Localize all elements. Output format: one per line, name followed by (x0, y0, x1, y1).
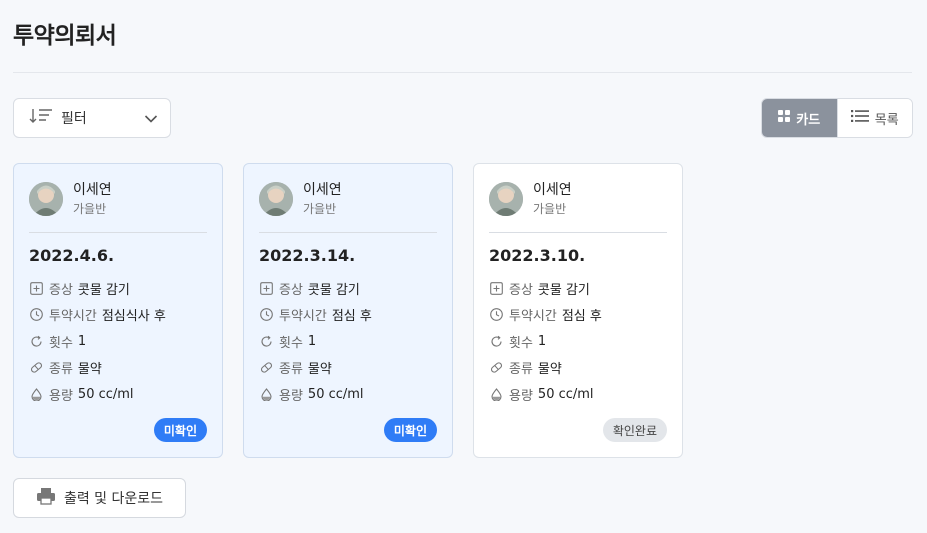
page-title: 투약의뢰서 (13, 23, 117, 49)
time-key: 투약시간 (49, 309, 97, 325)
time-value: 점심식사 후 (101, 309, 166, 325)
avatar (489, 182, 523, 216)
list-view-button[interactable]: 목록 (836, 99, 912, 137)
count-key: 횟수 (49, 335, 73, 351)
dose-key: 용량 (509, 388, 533, 404)
time-row: 투약시간 점심식사 후 (29, 302, 207, 329)
time-key: 투약시간 (279, 309, 327, 325)
clock-icon (29, 308, 43, 322)
droplet-icon (489, 387, 503, 401)
type-row: 종류 물약 (29, 355, 207, 382)
type-key: 종류 (279, 362, 303, 378)
medication-card[interactable]: 이세연 가을반 2022.3.10. 증상 콧물 감기 투약시간 점심 후 횟수… (473, 163, 683, 458)
dose-value: 50 cc/ml (77, 386, 134, 402)
repeat-icon (489, 334, 503, 348)
type-value: 물약 (537, 362, 562, 378)
pill-icon (29, 361, 43, 375)
repeat-icon (29, 334, 43, 348)
grid-icon (778, 110, 791, 126)
symptom-row: 증상 콧물 감기 (489, 275, 667, 302)
child-name: 이세연 (533, 182, 572, 198)
print-download-button[interactable]: 출력 및 다운로드 (13, 478, 186, 518)
request-date: 2022.4.6. (29, 246, 115, 265)
list-view-label: 목록 (874, 112, 899, 128)
class-name: 가을반 (303, 202, 337, 216)
droplet-icon (29, 387, 43, 401)
dose-row: 용량 50 cc/ml (259, 381, 437, 408)
status-badge: 미확인 (153, 418, 207, 442)
card-divider (29, 232, 207, 233)
status-badge: 확인완료 (602, 418, 667, 442)
symptom-value: 콧물 감기 (307, 282, 360, 298)
card-divider (259, 232, 437, 233)
printer-icon (36, 487, 56, 509)
time-key: 투약시간 (509, 309, 557, 325)
time-value: 점심 후 (561, 309, 602, 325)
time-value: 점심 후 (331, 309, 372, 325)
type-key: 종류 (49, 362, 73, 378)
class-name: 가을반 (533, 202, 567, 216)
dose-key: 용량 (49, 388, 73, 404)
plus-square-icon (259, 281, 273, 295)
card-view-label: 카드 (796, 112, 821, 128)
plus-square-icon (29, 281, 43, 295)
symptom-row: 증상 콧물 감기 (29, 275, 207, 302)
symptom-key: 증상 (509, 282, 533, 298)
pill-icon (489, 361, 503, 375)
class-name: 가을반 (73, 202, 107, 216)
print-download-label: 출력 및 다운로드 (63, 491, 164, 507)
child-name: 이세연 (303, 182, 342, 198)
dose-key: 용량 (279, 388, 303, 404)
time-row: 투약시간 점심 후 (489, 302, 667, 329)
dose-row: 용량 50 cc/ml (29, 381, 207, 408)
sort-icon (29, 107, 53, 129)
count-value: 1 (537, 333, 547, 349)
droplet-icon (259, 387, 273, 401)
repeat-icon (259, 334, 273, 348)
type-value: 물약 (307, 362, 332, 378)
count-key: 횟수 (279, 335, 303, 351)
medication-card-list: 이세연 가을반 2022.4.6. 증상 콧물 감기 투약시간 점심식사 후 횟… (13, 163, 683, 458)
request-date: 2022.3.10. (489, 246, 586, 265)
symptom-row: 증상 콧물 감기 (259, 275, 437, 302)
count-row: 횟수 1 (259, 328, 437, 355)
type-key: 종류 (509, 362, 533, 378)
count-row: 횟수 1 (489, 328, 667, 355)
clock-icon (259, 308, 273, 322)
card-view-button[interactable]: 카드 (762, 99, 837, 137)
status-badge: 미확인 (383, 418, 437, 442)
request-date: 2022.3.14. (259, 246, 356, 265)
filter-label: 필터 (61, 111, 87, 127)
list-icon (850, 110, 869, 126)
count-value: 1 (307, 333, 317, 349)
medication-card[interactable]: 이세연 가을반 2022.4.6. 증상 콧물 감기 투약시간 점심식사 후 횟… (13, 163, 223, 458)
dose-row: 용량 50 cc/ml (489, 381, 667, 408)
symptom-key: 증상 (49, 282, 73, 298)
count-key: 횟수 (509, 335, 533, 351)
view-toggle: 카드 목록 (761, 98, 913, 138)
time-row: 투약시간 점심 후 (259, 302, 437, 329)
dose-value: 50 cc/ml (537, 386, 594, 402)
header-divider (13, 72, 912, 73)
symptom-key: 증상 (279, 282, 303, 298)
clock-icon (489, 308, 503, 322)
avatar (259, 182, 293, 216)
type-row: 종류 물약 (259, 355, 437, 382)
pill-icon (259, 361, 273, 375)
child-name: 이세연 (73, 182, 112, 198)
symptom-value: 콧물 감기 (537, 282, 590, 298)
card-divider (489, 232, 667, 233)
count-row: 횟수 1 (29, 328, 207, 355)
type-row: 종류 물약 (489, 355, 667, 382)
type-value: 물약 (77, 362, 102, 378)
symptom-value: 콧물 감기 (77, 282, 130, 298)
plus-square-icon (489, 281, 503, 295)
dose-value: 50 cc/ml (307, 386, 364, 402)
chevron-down-icon (144, 109, 158, 128)
medication-card[interactable]: 이세연 가을반 2022.3.14. 증상 콧물 감기 투약시간 점심 후 횟수… (243, 163, 453, 458)
filter-dropdown[interactable]: 필터 (13, 98, 171, 138)
avatar (29, 182, 63, 216)
count-value: 1 (77, 333, 87, 349)
